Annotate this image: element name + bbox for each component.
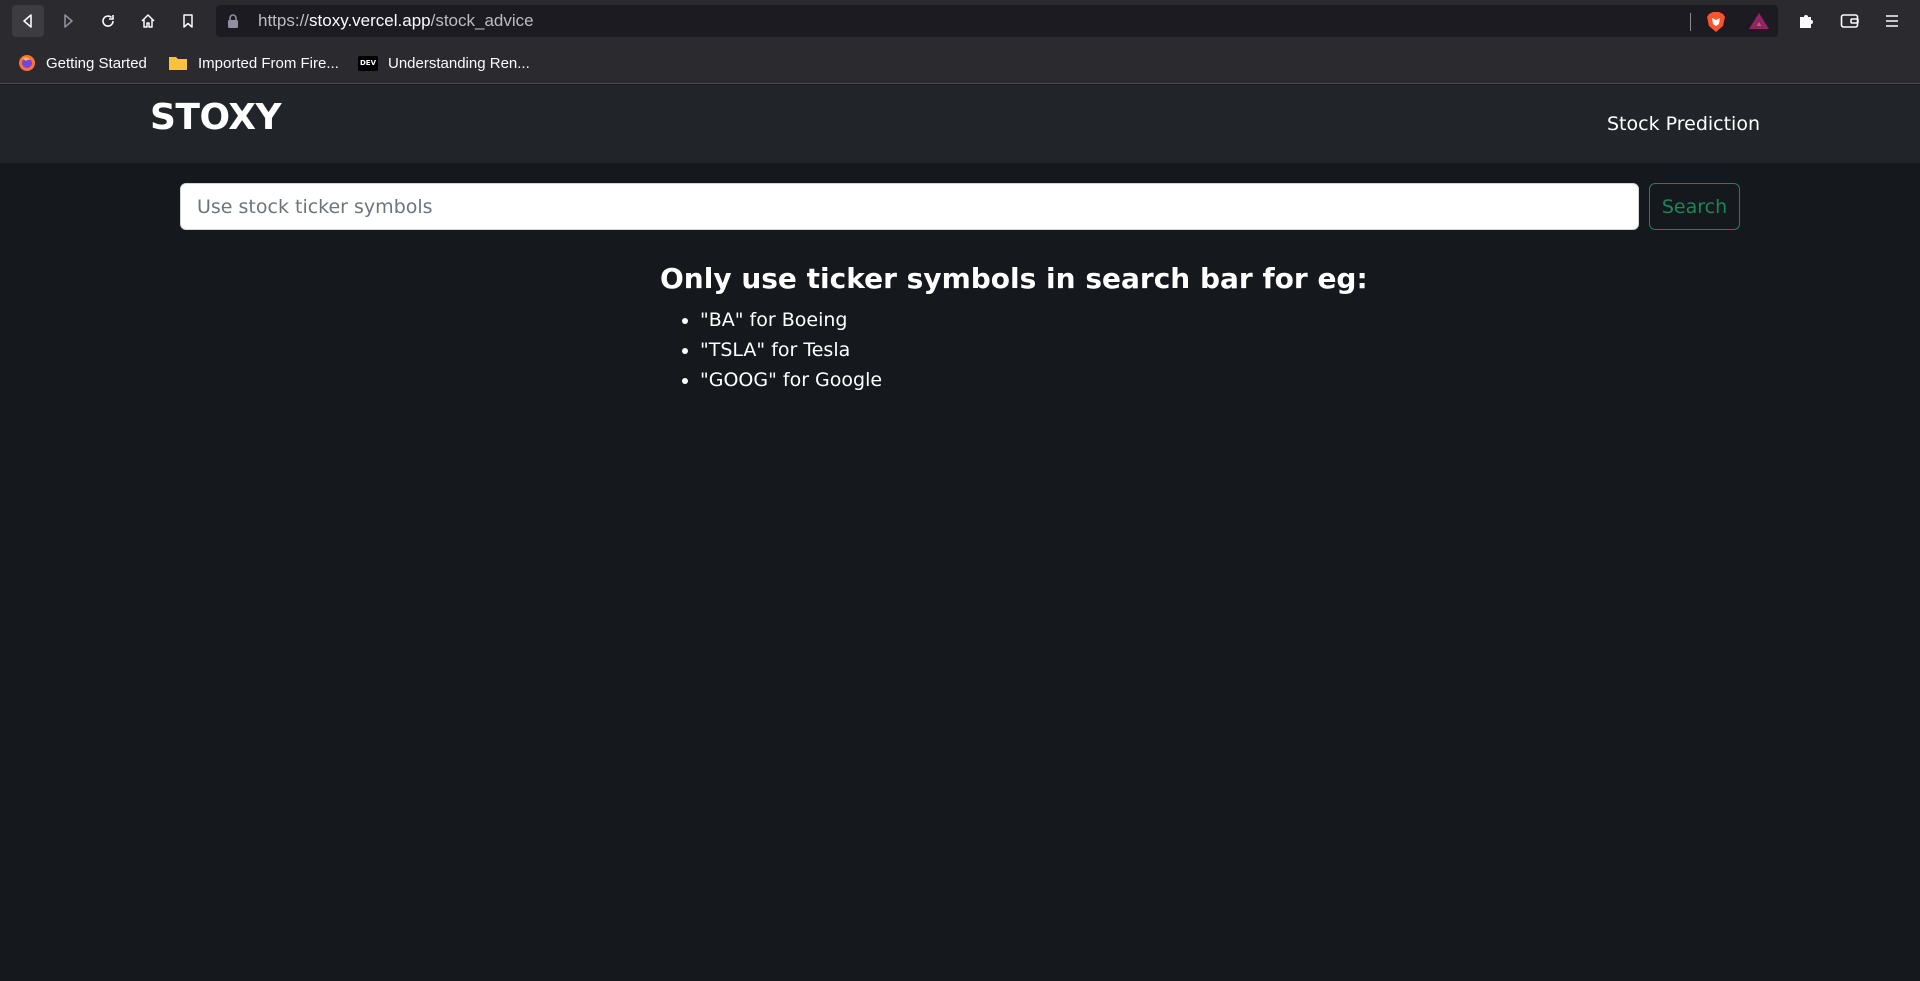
url-scheme: https:// <box>258 11 310 30</box>
browser-toolbar: https://stoxy.vercel.app/stock_advice <box>0 0 1920 42</box>
reload-icon <box>102 15 114 27</box>
menu-button[interactable] <box>1876 5 1908 37</box>
address-bar[interactable]: https://stoxy.vercel.app/stock_advice <box>216 5 1778 37</box>
bookmark-icon <box>183 14 193 28</box>
extensions-button[interactable] <box>1791 5 1823 37</box>
bookmark-imported-folder[interactable]: Imported From Fire... <box>168 51 339 75</box>
lock-icon <box>226 13 240 33</box>
url-divider <box>1690 13 1691 31</box>
bookmark-label: Imported From Fire... <box>198 54 339 72</box>
wallet-icon <box>1840 14 1859 28</box>
list-item: "TSLA" for Tesla <box>700 335 1360 365</box>
reload-button[interactable] <box>92 5 124 37</box>
hamburger-menu-icon <box>1886 15 1898 27</box>
url-host: stoxy.vercel.app <box>309 11 431 30</box>
dev-badge: DEV <box>358 55 378 71</box>
back-button[interactable] <box>12 5 44 37</box>
forward-arrow-icon <box>64 14 73 28</box>
help-section: Only use ticker symbols in search bar fo… <box>660 262 1368 395</box>
list-item: "GOOG" for Google <box>700 365 1360 395</box>
search-button[interactable]: Search <box>1649 183 1740 230</box>
bookmark-understanding-ren[interactable]: DEV Understanding Ren... <box>358 51 530 75</box>
back-arrow-icon <box>23 14 32 28</box>
bookmark-button[interactable] <box>172 5 204 37</box>
bookmark-label: Getting Started <box>46 54 147 72</box>
bookmark-getting-started[interactable]: Getting Started <box>18 51 147 75</box>
url-path: /stock_advice <box>430 11 534 30</box>
wallet-button[interactable] <box>1834 5 1866 37</box>
search-input[interactable] <box>180 183 1639 230</box>
help-heading: Only use ticker symbols in search bar fo… <box>660 262 1368 295</box>
brand-logo[interactable]: STOXY <box>150 97 282 138</box>
site-navbar: STOXY Stock Prediction <box>0 85 1920 163</box>
brave-shield-icon[interactable] <box>1706 11 1726 37</box>
home-icon <box>141 14 155 28</box>
bookmark-label: Understanding Ren... <box>388 54 530 72</box>
nav-link-stock-prediction[interactable]: Stock Prediction <box>1607 113 1760 135</box>
home-button[interactable] <box>132 5 164 37</box>
list-item: "BA" for Boeing <box>700 305 1360 335</box>
url-text: https://stoxy.vercel.app/stock_advice <box>258 11 534 31</box>
folder-icon <box>168 55 188 71</box>
bookmarks-bar: Getting Started Imported From Fire... DE… <box>0 42 1920 84</box>
dev-icon: DEV <box>358 55 378 71</box>
firefox-icon <box>18 54 36 72</box>
brave-rewards-icon[interactable] <box>1748 12 1770 34</box>
forward-button[interactable] <box>52 5 84 37</box>
puzzle-icon <box>1800 15 1813 28</box>
example-list: "BA" for Boeing "TSLA" for Tesla "GOOG" … <box>660 305 1360 395</box>
